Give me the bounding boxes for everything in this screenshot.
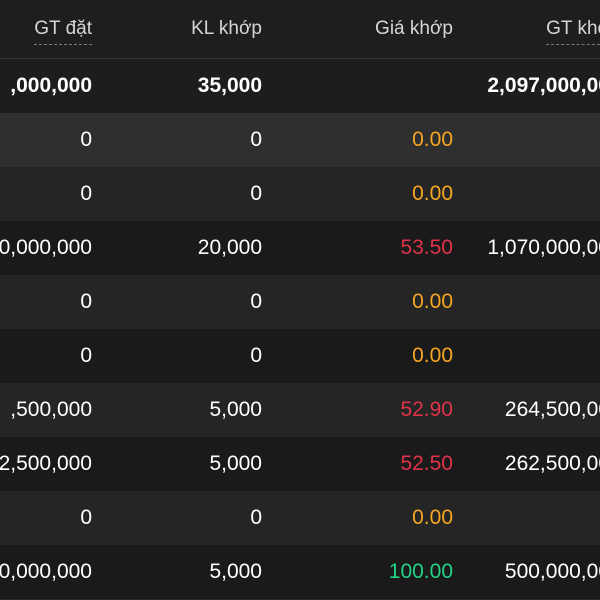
column-header-gt-dat[interactable]: GT đặt [34, 0, 92, 58]
column-header-gia-khop[interactable]: Giá khớp [375, 0, 453, 58]
cell-gt-khop: 500,000,00 [504, 560, 600, 583]
header-label-gt-khop: GT khớ [546, 18, 600, 45]
column-header-kl-khop[interactable]: KL khớp [191, 0, 262, 58]
cell-gt-dat: 0 [80, 182, 92, 205]
table-row[interactable]: 0 0 0.00 [0, 329, 600, 384]
cell-gt-dat: ,500,000 [10, 398, 92, 421]
cell-gt-dat: 0 [80, 506, 92, 529]
cell-gt-khop: 2,097,000,00 [487, 74, 600, 97]
table-row[interactable]: 0,000,000 5,000 100.00 500,000,00 [0, 545, 600, 600]
cell-gia-khop: 0.00 [412, 128, 453, 151]
cell-gt-khop: 1,070,000,00 [487, 236, 600, 259]
cell-gia-khop: 0.00 [412, 506, 453, 529]
cell-gia-khop: 100.00 [388, 560, 453, 583]
header-label-gt-dat: GT đặt [34, 18, 92, 45]
cell-kl-khop: 0 [250, 182, 262, 205]
cell-kl-khop: 5,000 [209, 398, 262, 421]
cell-gt-dat: 0 [80, 128, 92, 151]
cell-kl-khop: 0 [250, 506, 262, 529]
cell-kl-khop: 5,000 [209, 452, 262, 475]
cell-kl-khop: 0 [250, 344, 262, 367]
cell-gt-dat: 0,000,000 [0, 560, 92, 583]
cell-gt-khop: 262,500,00 [504, 452, 600, 475]
cell-kl-khop: 0 [250, 128, 262, 151]
cell-gia-khop: 53.50 [400, 236, 453, 259]
cell-gia-khop: 0.00 [412, 182, 453, 205]
table-row[interactable]: 0,000,000 20,000 53.50 1,070,000,00 [0, 221, 600, 276]
table-row[interactable]: 2,500,000 5,000 52.50 262,500,00 [0, 437, 600, 492]
cell-gt-dat: 0 [80, 344, 92, 367]
cell-gia-khop: 0.00 [412, 290, 453, 313]
cell-gt-dat: 0 [80, 290, 92, 313]
table-row[interactable]: 0 0 0.00 [0, 491, 600, 546]
cell-gia-khop: 0.00 [412, 344, 453, 367]
header-label-gia-khop: Giá khớp [375, 18, 453, 39]
cell-gt-khop: 264,500,00 [504, 398, 600, 421]
table-row[interactable]: 0 0 0.00 [0, 167, 600, 222]
table-row[interactable]: 0 0 0.00 [0, 275, 600, 330]
table-row-total[interactable]: ,000,000 35,000 2,097,000,00 [0, 59, 600, 114]
cell-kl-khop: 35,000 [197, 74, 262, 97]
cell-kl-khop: 20,000 [197, 236, 262, 259]
cell-gia-khop: 52.90 [400, 398, 453, 421]
column-header-gt-khop[interactable]: GT khớ [546, 0, 600, 58]
header-label-kl-khop: KL khớp [191, 18, 262, 39]
cell-kl-khop: 0 [250, 290, 262, 313]
cell-kl-khop: 5,000 [209, 560, 262, 583]
table-row[interactable]: 0 0 0.00 [0, 113, 600, 168]
cell-gt-dat: 0,000,000 [0, 236, 92, 259]
cell-gt-dat: 2,500,000 [0, 452, 92, 475]
cell-gia-khop: 52.50 [400, 452, 453, 475]
order-match-table: GT đặt KL khớp Giá khớp GT khớ ,000,000 3… [0, 0, 600, 600]
table-header: GT đặt KL khớp Giá khớp GT khớ [0, 0, 600, 59]
table-row[interactable]: ,500,000 5,000 52.90 264,500,00 [0, 383, 600, 438]
cell-gt-dat: ,000,000 [10, 74, 92, 97]
